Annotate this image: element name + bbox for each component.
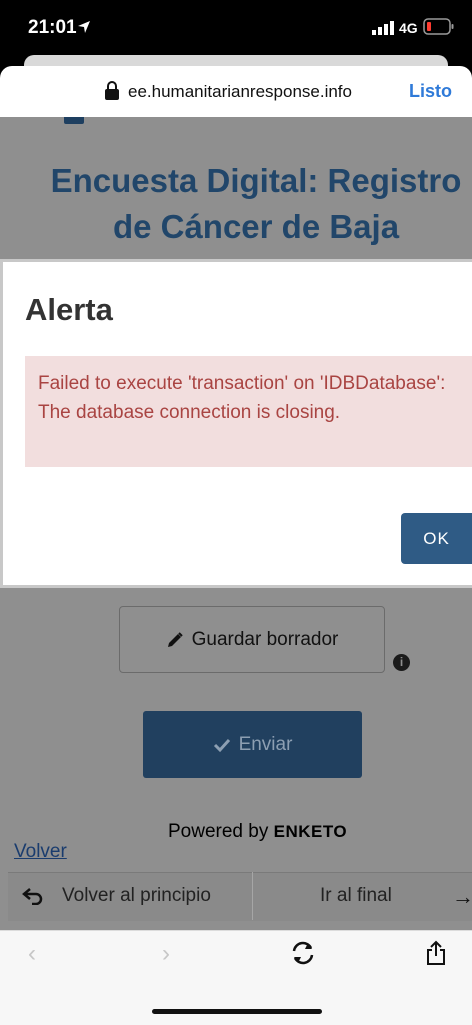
battery-icon — [423, 18, 454, 35]
save-draft-button[interactable]: Guardar borrador — [119, 606, 385, 673]
signal-icon — [372, 21, 394, 35]
save-draft-label: Guardar borrador — [191, 628, 339, 650]
ok-button[interactable]: OK — [401, 513, 472, 564]
lock-icon — [105, 81, 119, 100]
error-message-text: Failed to execute 'transaction' on 'IDBD… — [38, 373, 446, 423]
url-text[interactable]: ee.humanitarianresponse.info — [128, 82, 352, 102]
nav-divider — [252, 872, 253, 920]
go-to-end-button[interactable]: Ir al final — [320, 885, 392, 907]
undo-arrow-icon — [22, 888, 43, 905]
reload-icon[interactable] — [290, 940, 316, 966]
send-label: Enviar — [238, 733, 293, 755]
status-time: 21:01 — [28, 17, 77, 38]
done-button[interactable]: Listo — [409, 81, 452, 102]
share-icon[interactable] — [425, 940, 447, 966]
back-to-start-button[interactable]: Volver al principio — [22, 885, 211, 907]
enketo-logo: ENKETO — [273, 822, 348, 841]
back-icon[interactable]: ‹ — [28, 940, 36, 968]
arrow-right-icon[interactable]: → — [452, 884, 472, 910]
forward-icon[interactable]: › — [162, 940, 170, 968]
logo-fragment — [64, 117, 84, 124]
location-arrow-icon — [78, 21, 90, 33]
back-to-start-label: Volver al principio — [62, 885, 211, 906]
check-icon — [213, 738, 230, 752]
network-type: 4G — [399, 20, 418, 36]
powered-by-text: Powered by — [168, 821, 269, 842]
back-link[interactable]: Volver — [14, 841, 67, 863]
powered-by: Powered by ENKETO — [168, 821, 347, 843]
pencil-icon — [167, 631, 183, 647]
home-indicator — [152, 1009, 322, 1014]
dialog-title: Alerta — [25, 292, 113, 327]
form-title: Encuesta Digital: Registro de Cáncer de … — [50, 162, 462, 245]
send-button[interactable]: Enviar — [143, 711, 362, 778]
info-icon[interactable]: i — [393, 654, 410, 671]
